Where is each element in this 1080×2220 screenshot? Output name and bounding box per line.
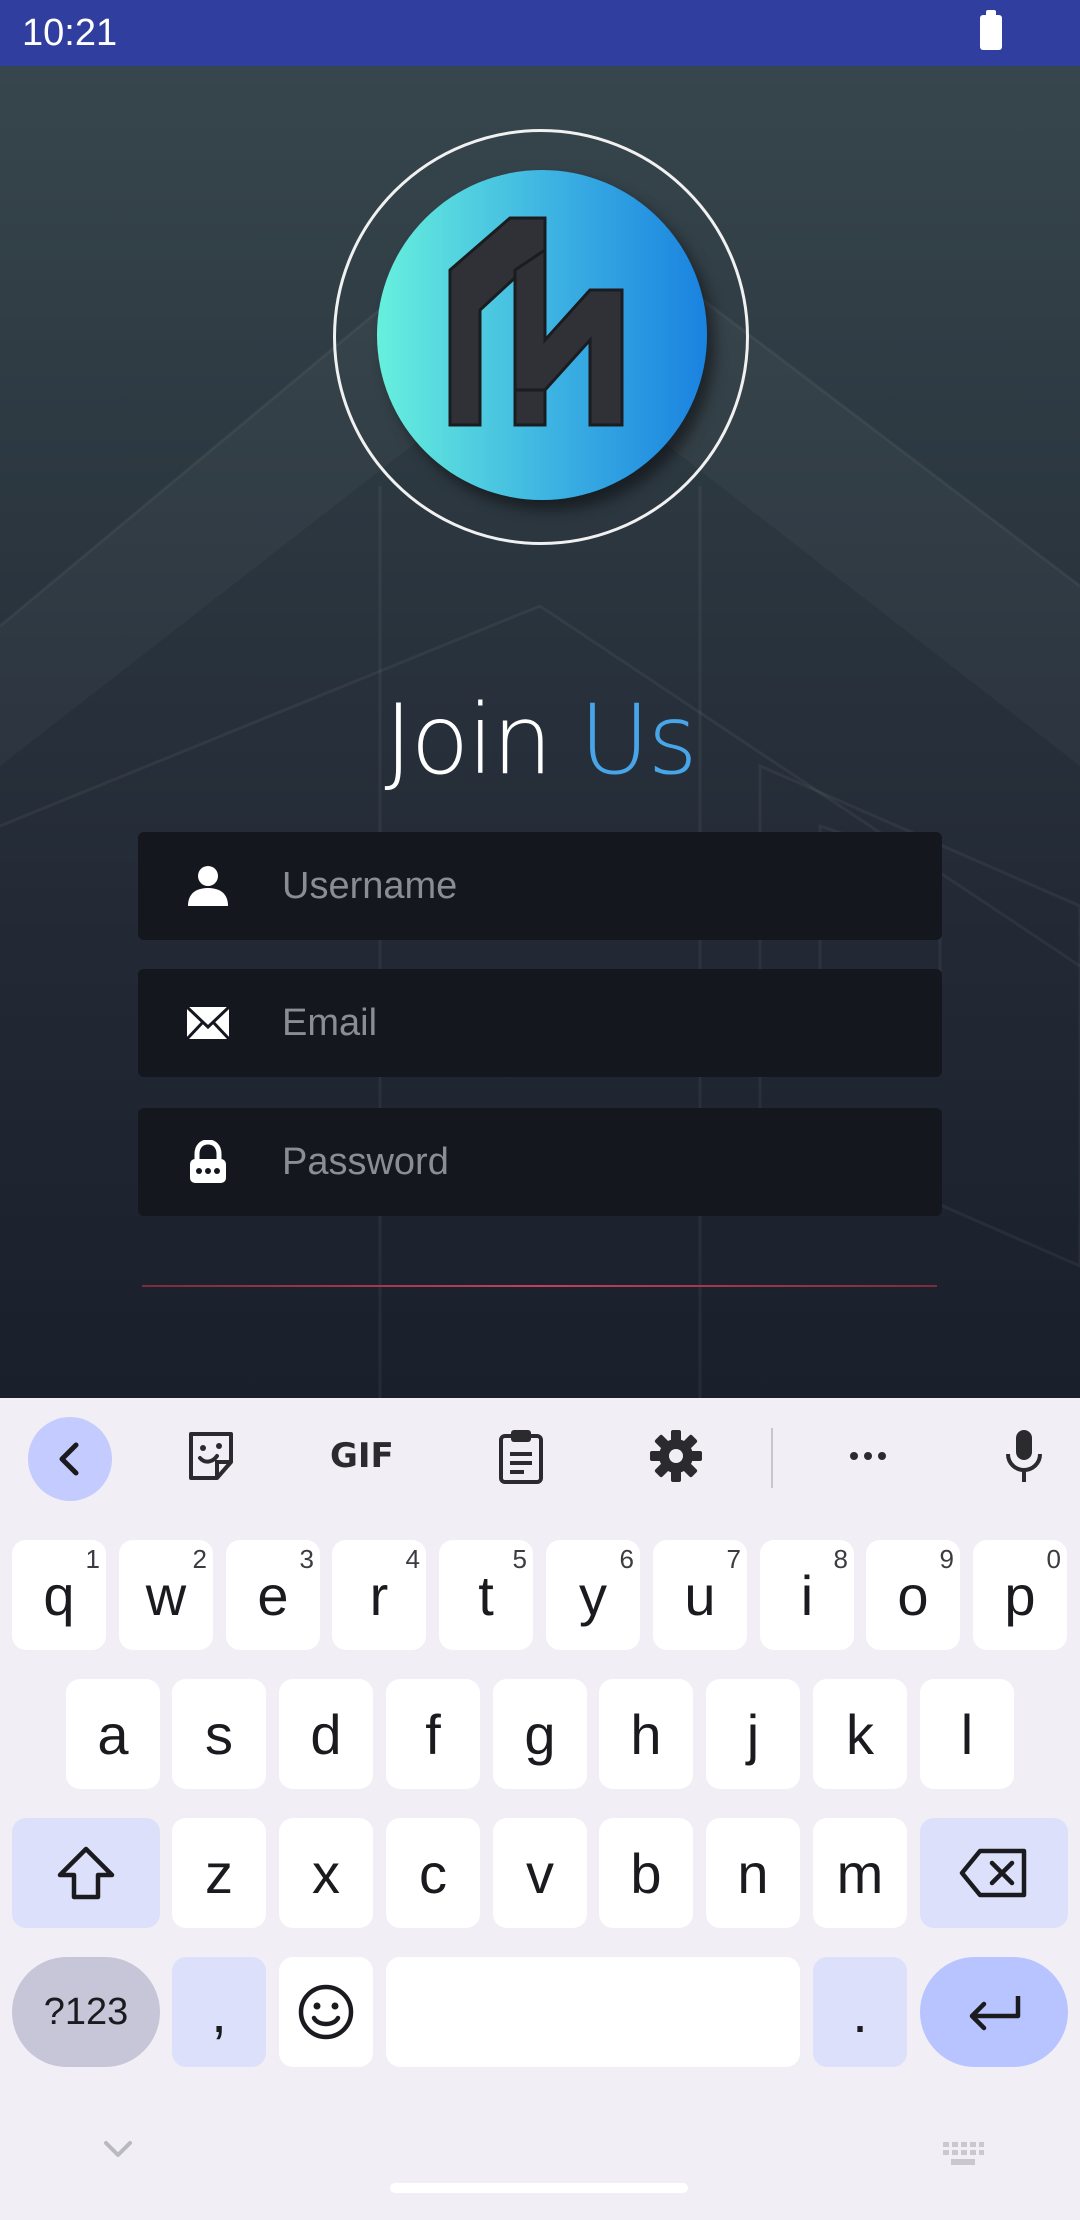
shift-key[interactable]	[12, 1818, 160, 1928]
key-a[interactable]: a	[66, 1679, 160, 1789]
emoji-key[interactable]	[279, 1957, 373, 2067]
settings-icon[interactable]	[646, 1426, 706, 1486]
email-field[interactable]	[138, 969, 942, 1077]
keyboard-toolbar: GIF	[0, 1398, 1080, 1518]
lock-icon	[190, 1140, 226, 1183]
period-key[interactable]: .	[813, 1957, 907, 2067]
key-h[interactable]: h	[599, 1679, 693, 1789]
status-bar: 10:21	[0, 0, 1080, 66]
more-icon[interactable]	[838, 1426, 898, 1486]
key-s[interactable]: s	[172, 1679, 266, 1789]
key-o[interactable]: o9	[866, 1540, 960, 1650]
space-key[interactable]	[386, 1957, 800, 2067]
key-p[interactable]: p0	[973, 1540, 1067, 1650]
key-m[interactable]: m	[813, 1818, 907, 1928]
person-icon	[188, 866, 228, 906]
key-u[interactable]: u7	[653, 1540, 747, 1650]
key-t[interactable]: t5	[439, 1540, 533, 1650]
hide-keyboard-icon[interactable]	[100, 2135, 136, 2161]
key-k[interactable]: k	[813, 1679, 907, 1789]
backspace-key[interactable]	[920, 1818, 1068, 1928]
backspace-icon	[959, 1848, 1027, 1898]
enter-key[interactable]	[920, 1957, 1068, 2067]
emoji-icon	[298, 1984, 354, 2040]
password-input[interactable]	[282, 1108, 922, 1216]
key-l[interactable]: l	[920, 1679, 1014, 1789]
page-title: Join Us	[384, 684, 697, 796]
key-i[interactable]: i8	[760, 1540, 854, 1650]
password-field[interactable]	[138, 1108, 942, 1216]
username-field[interactable]	[138, 832, 942, 940]
key-q[interactable]: q1	[12, 1540, 106, 1650]
keyboard-switch-icon[interactable]	[941, 2140, 985, 2168]
key-z[interactable]: z	[172, 1818, 266, 1928]
clipboard-icon[interactable]	[491, 1426, 551, 1486]
key-e[interactable]: e3	[226, 1540, 320, 1650]
toolbar-divider	[771, 1428, 773, 1488]
key-f[interactable]: f	[386, 1679, 480, 1789]
sticker-icon[interactable]	[181, 1426, 241, 1486]
key-b[interactable]: b	[599, 1818, 693, 1928]
key-d[interactable]: d	[279, 1679, 373, 1789]
envelope-icon	[186, 1005, 230, 1041]
key-x[interactable]: x	[279, 1818, 373, 1928]
comma-key[interactable]: ,	[172, 1957, 266, 2067]
key-n[interactable]: n	[706, 1818, 800, 1928]
enter-icon	[969, 1996, 1021, 2031]
shift-icon	[57, 1846, 115, 1900]
symbols-key[interactable]: ?123	[12, 1957, 160, 2067]
key-c[interactable]: c	[386, 1818, 480, 1928]
signup-screen: Join Us	[0, 66, 1080, 1398]
battery-icon	[980, 10, 1002, 50]
gif-button[interactable]: GIF	[330, 1426, 402, 1486]
home-indicator[interactable]	[390, 2183, 688, 2193]
submit-divider	[142, 1285, 937, 1287]
key-v[interactable]: v	[493, 1818, 587, 1928]
chevron-left-icon	[59, 1442, 79, 1476]
key-g[interactable]: g	[493, 1679, 587, 1789]
soft-keyboard: GIF q 1 w 2 e 3 r 4 t 5 y 6 u 7 i 8 o 9 …	[0, 1398, 1080, 2220]
keyboard-back-button[interactable]	[28, 1417, 112, 1501]
email-input[interactable]	[282, 969, 922, 1077]
mic-icon[interactable]	[994, 1426, 1054, 1486]
logo-icon	[448, 216, 624, 427]
key-w[interactable]: w2	[119, 1540, 213, 1650]
key-j[interactable]: j	[706, 1679, 800, 1789]
key-r[interactable]: r4	[332, 1540, 426, 1650]
key-y[interactable]: y6	[546, 1540, 640, 1650]
username-input[interactable]	[282, 832, 922, 940]
status-time: 10:21	[22, 12, 118, 54]
